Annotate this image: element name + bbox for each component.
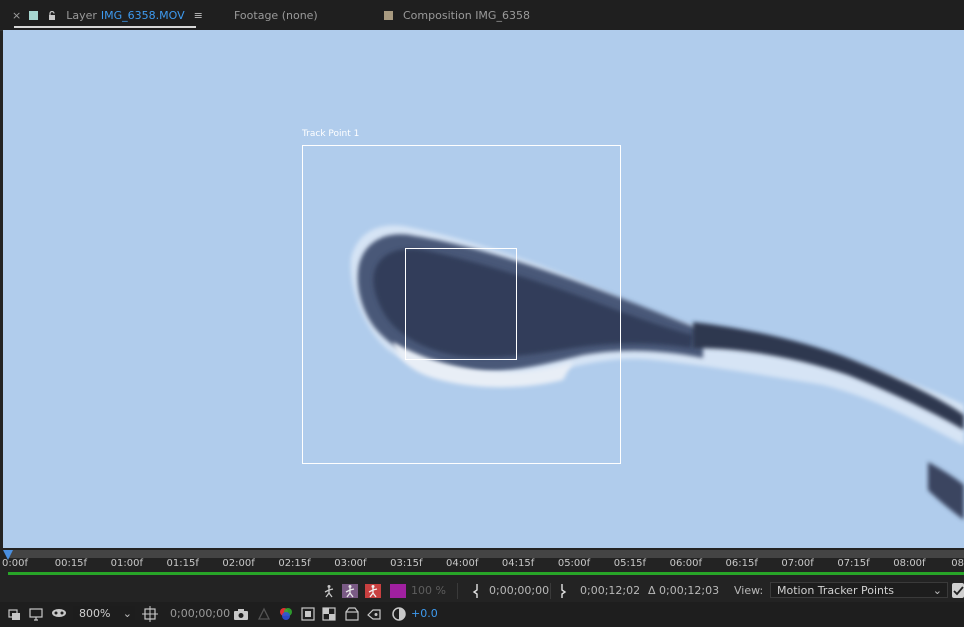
current-time[interactable]: 0;00;00;00 <box>170 607 230 620</box>
chevron-down-icon: ⌄ <box>122 607 132 620</box>
active-tab-indicator <box>14 26 196 28</box>
render-checkbox[interactable] <box>952 583 964 598</box>
onion-skin-button[interactable] <box>342 584 358 598</box>
time-tick-label: 06:15f <box>725 558 758 569</box>
footage-frame <box>302 145 964 520</box>
exposure-reset-icon[interactable] <box>391 606 407 622</box>
divider <box>550 583 551 599</box>
viewer-tab-bar: × Layer IMG_6358.MOV ≡ Footage (none) Co… <box>0 0 964 31</box>
work-area-bar[interactable] <box>8 572 964 575</box>
tab-composition-label: Composition IMG_6358 <box>403 8 530 22</box>
always-preview-icon[interactable] <box>8 607 22 621</box>
time-tick-label: 08:1 <box>951 558 964 569</box>
viewer-controls-row: 800% ⌄ 0;00;00;00 +0.0 <box>0 602 964 627</box>
time-tick-label: 00:15f <box>54 558 88 569</box>
tab-footage[interactable]: Footage (none) <box>234 0 318 30</box>
time-tick-label: 02:15f <box>278 558 311 569</box>
close-tab-icon[interactable]: × <box>12 9 21 22</box>
panel-menu-icon[interactable]: ≡ <box>194 9 203 22</box>
out-point-icon[interactable] <box>559 583 567 599</box>
view-label: View: <box>734 584 764 597</box>
time-tick-label: 03:00f <box>334 558 367 569</box>
figure-red-icon <box>368 585 378 598</box>
magnification-select[interactable]: 800% ⌄ <box>72 605 136 621</box>
figure-icon <box>345 585 355 598</box>
mask-visibility-icon[interactable] <box>51 607 67 621</box>
monitor-icon[interactable] <box>29 607 43 621</box>
time-tick-label: 08:00f <box>893 558 926 569</box>
tab-footage-label: Footage (none) <box>234 8 318 22</box>
opacity-value[interactable]: 100 % <box>411 584 446 597</box>
checkmark-icon <box>953 586 964 596</box>
divider <box>457 583 458 599</box>
layer-viewer[interactable]: Track Point 1 <box>3 30 964 548</box>
tab-composition[interactable]: Composition IMG_6358 <box>384 0 530 30</box>
duration-time: Δ 0;00;12;03 <box>648 584 720 597</box>
time-tick-label: 04:00f <box>446 558 479 569</box>
in-point-time[interactable]: 0;00;00;00 <box>489 584 549 597</box>
camera-icon[interactable] <box>233 607 249 621</box>
show-snapshot-icon[interactable] <box>257 607 271 621</box>
time-tick-label: 05:00f <box>557 558 591 569</box>
layer-controls-row: 100 % 0;00;00;00 0;00;12;02 Δ 0;00;12;03… <box>0 580 964 602</box>
time-tick-label: 07:00f <box>781 558 814 569</box>
time-navigator-bar[interactable] <box>8 550 964 558</box>
time-tick-label: 04:15f <box>501 558 535 569</box>
view-select[interactable]: Motion Tracker Points ⌄ <box>770 582 948 598</box>
out-point-time[interactable]: 0;00;12;02 <box>580 584 640 597</box>
safe-margins-icon[interactable] <box>142 606 158 622</box>
time-tick-label: 03:15f <box>390 558 423 569</box>
time-ruler-ticks: 0:00f 00:15f 01:00f 01:15f 02:00f 02:15f 03:00… <box>0 558 964 572</box>
view-select-value: Motion Tracker Points <box>777 584 895 597</box>
time-ruler[interactable]: 0:00f 00:15f 01:00f 01:15f 02:00f 02:15f 03:00… <box>0 548 964 578</box>
exposure-value[interactable]: +0.0 <box>411 607 438 620</box>
label-color-icon <box>29 10 39 20</box>
time-tick-label: 01:15f <box>166 558 199 569</box>
time-tick-label: 07:15f <box>837 558 870 569</box>
time-tick-label: 02:00f <box>222 558 255 569</box>
track-point-label: Track Point 1 <box>302 129 360 139</box>
3d-view-icon[interactable] <box>344 606 360 622</box>
lock-icon[interactable] <box>48 10 56 20</box>
motion-path-icon[interactable] <box>322 584 336 598</box>
color-swatch-button[interactable] <box>390 584 406 598</box>
region-of-interest-icon[interactable] <box>301 607 315 621</box>
red-figure-button[interactable] <box>365 584 381 598</box>
time-tick-label: 0:00f <box>2 558 28 569</box>
time-tick-label: 01:00f <box>110 558 143 569</box>
time-tick-label: 05:15f <box>613 558 647 569</box>
magnification-value: 800% <box>79 607 111 620</box>
transparency-grid-icon[interactable] <box>322 607 336 621</box>
comp-color-icon <box>384 10 393 20</box>
toggle-view-icon[interactable] <box>366 606 382 622</box>
tab-layer-name: IMG_6358.MOV <box>100 8 185 22</box>
tab-layer-prefix: Layer <box>66 8 97 22</box>
channel-rgb-icon[interactable] <box>278 606 294 622</box>
in-point-icon[interactable] <box>472 583 480 599</box>
time-tick-label: 06:00f <box>669 558 702 569</box>
chevron-down-icon: ⌄ <box>932 584 942 597</box>
